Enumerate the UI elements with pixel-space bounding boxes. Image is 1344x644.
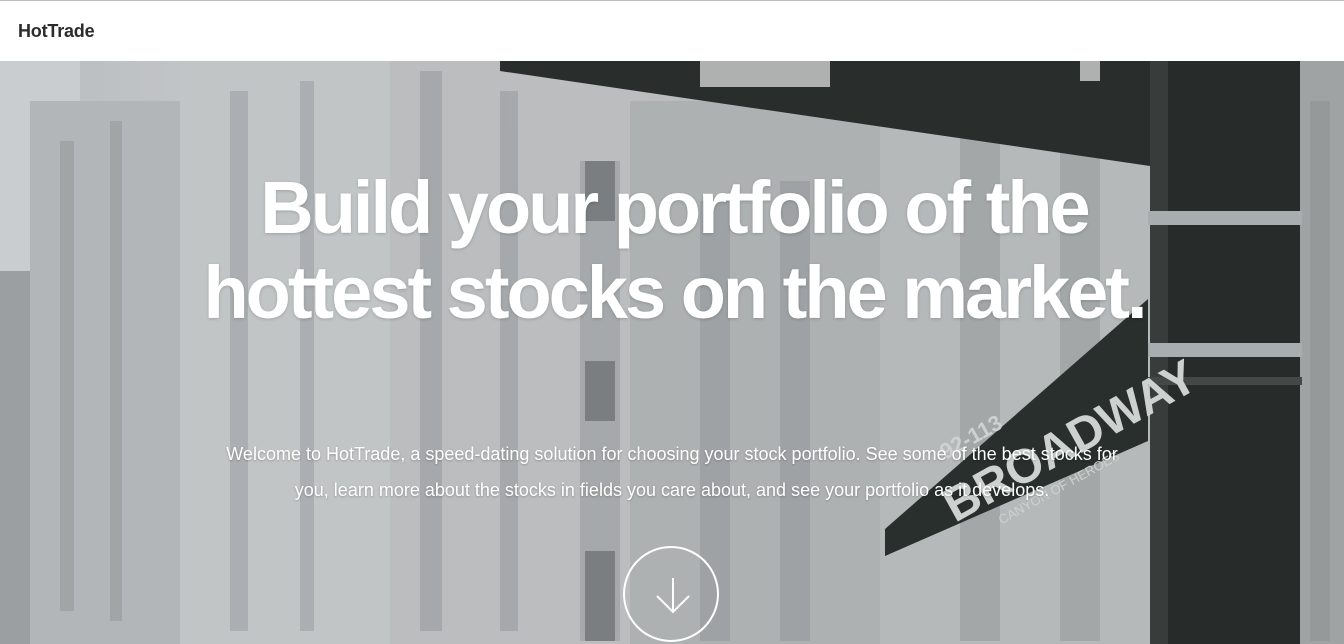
brand-logo-link[interactable]: HotTrade [18, 21, 95, 42]
arrow-down-icon [656, 578, 690, 614]
scroll-down-button[interactable] [623, 546, 719, 642]
hero-content: Build your portfolio of the hottest stoc… [0, 61, 1344, 644]
top-navbar: HotTrade [0, 0, 1344, 61]
hero-section: BROADWAY 92-113 CANYON OF HEROES Build y… [0, 61, 1344, 644]
hero-description: Welcome to HotTrade, a speed-dating solu… [226, 444, 1118, 500]
hero-headline: Build your portfolio of the hottest stoc… [203, 166, 1147, 334]
